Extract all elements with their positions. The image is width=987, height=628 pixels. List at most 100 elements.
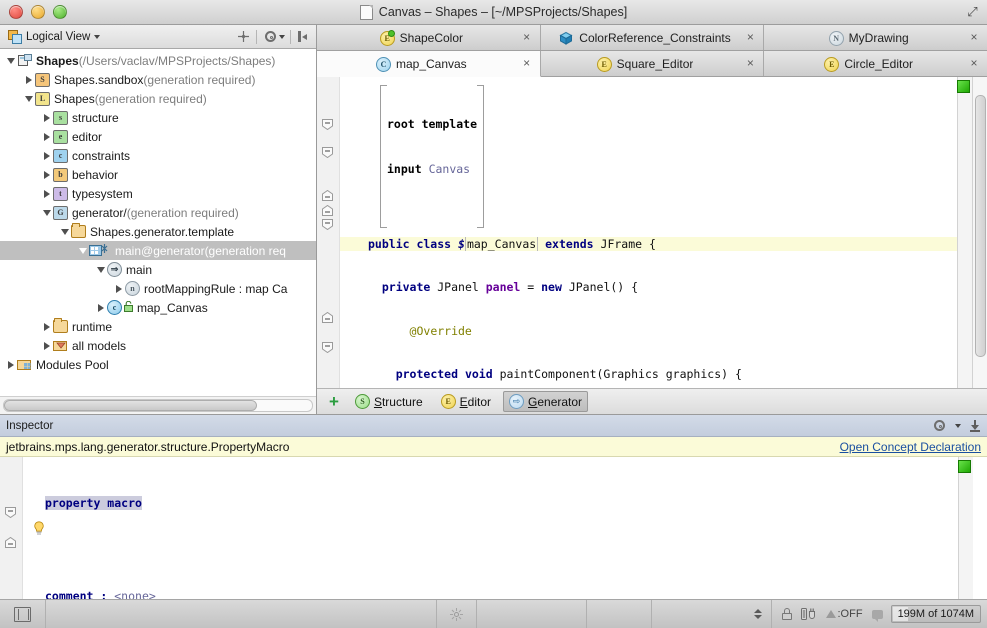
tree-node-main-generator[interactable]: main@generator (generation req [0, 241, 316, 260]
tree-node-generator[interactable]: Ggenerator/ (generation required) [0, 203, 316, 222]
tab-generator[interactable]: ⇨ Generator [503, 391, 588, 412]
inspector-code-content[interactable]: property macro comment : <none> value : … [23, 457, 958, 599]
editor-tab-square-editor[interactable]: ESquare_Editor× [541, 51, 765, 76]
hide-icon[interactable] [969, 420, 981, 432]
tree-node-typesystem[interactable]: ttypesystem [0, 184, 316, 203]
expand-arrow-icon[interactable] [40, 342, 53, 350]
expand-arrow-icon[interactable] [22, 76, 35, 84]
tab-close-icon[interactable]: × [522, 33, 532, 43]
fold-collapse-icon[interactable] [322, 119, 333, 130]
project-tree[interactable]: Shapes (/Users/vaclav/MPSProjects/Shapes… [0, 49, 316, 396]
tree-node-shapes-sandbox[interactable]: SShapes.sandbox (generation required) [0, 70, 316, 89]
inspector-gutter[interactable] [0, 457, 23, 599]
tree-node-map-canvas[interactable]: cmap_Canvas [0, 298, 316, 317]
tab-close-icon[interactable]: × [969, 33, 979, 43]
expand-arrow-icon[interactable] [112, 285, 125, 293]
memory-indicator[interactable]: 199M of 1074M [891, 605, 981, 623]
editor-tab-circle-editor[interactable]: ECircle_Editor× [764, 51, 987, 76]
editor-gutter[interactable] [317, 77, 340, 388]
scroll-from-source-icon[interactable] [235, 29, 251, 45]
code-line[interactable]: @Override [368, 324, 957, 339]
tree-node-behavior[interactable]: bbehavior [0, 165, 316, 184]
tab-close-icon[interactable]: × [745, 33, 755, 43]
error-stripe-marker-bar[interactable] [957, 77, 972, 388]
gear-chevron-icon[interactable] [955, 424, 961, 428]
tree-node-shapes-generator-template[interactable]: Shapes.generator.template [0, 222, 316, 241]
tab-close-icon[interactable]: × [745, 59, 755, 69]
fold-collapse-icon[interactable] [322, 147, 333, 158]
collapse-arrow-icon[interactable] [4, 58, 17, 64]
intention-bulb-icon[interactable] [33, 521, 45, 536]
close-window-button[interactable] [9, 5, 23, 19]
gear-icon[interactable] [931, 418, 947, 434]
tree-node-shapes[interactable]: Shapes (/Users/vaclav/MPSProjects/Shapes… [0, 51, 316, 70]
gear-chevron-icon[interactable] [279, 35, 285, 39]
tree-node-editor[interactable]: eeditor [0, 127, 316, 146]
collapse-arrow-icon[interactable] [58, 229, 71, 235]
comment-line[interactable]: comment : <none> [45, 589, 958, 599]
tree-node-shapes[interactable]: LShapes (generation required) [0, 89, 316, 108]
collapse-arrow-icon[interactable] [40, 210, 53, 216]
tree-horizontal-scrollbar[interactable] [0, 396, 316, 414]
expand-icon[interactable]: ⤢ [965, 4, 980, 19]
collapse-arrow-icon[interactable] [22, 96, 35, 102]
comment-value[interactable]: <none> [114, 589, 156, 599]
lock-icon[interactable] [782, 608, 792, 620]
code-editor[interactable]: root template input Canvas public class … [317, 77, 987, 388]
expand-arrow-icon[interactable] [40, 190, 53, 198]
tree-node-modules-pool[interactable]: Modules Pool [0, 355, 316, 374]
fold-expand-icon[interactable] [322, 190, 333, 201]
tree-node-main[interactable]: ⇒main [0, 260, 316, 279]
inspector-vertical-scrollbar[interactable] [973, 457, 987, 599]
plugin-icon[interactable] [801, 607, 817, 621]
gear-icon[interactable] [262, 29, 278, 45]
collapse-arrow-icon[interactable] [94, 267, 107, 273]
caps-indicator[interactable]: :OFF [826, 608, 863, 620]
editor-vertical-scrollbar[interactable] [972, 77, 987, 388]
fold-collapse-icon[interactable] [5, 507, 16, 518]
expand-arrow-icon[interactable] [94, 304, 107, 312]
expand-arrow-icon[interactable] [40, 171, 53, 179]
expand-arrow-icon[interactable] [4, 361, 17, 369]
tree-node-all-models[interactable]: all models [0, 336, 316, 355]
add-aspect-button[interactable]: + [325, 395, 343, 409]
expand-arrow-icon[interactable] [40, 133, 53, 141]
tree-node-rootmappingrule-map-ca[interactable]: nrootMappingRule : map Ca [0, 279, 316, 298]
toggle-tool-window-button[interactable] [0, 600, 46, 628]
inspector-editor[interactable]: property macro comment : <none> value : … [0, 457, 987, 599]
notifications-icon[interactable] [872, 610, 883, 619]
code-line[interactable]: private JPanel panel = new JPanel() { [368, 280, 957, 295]
code-line[interactable]: public class $map_Canvas extends JFrame … [340, 237, 957, 252]
editor-tab-map-canvas[interactable]: Cmap_Canvas× [317, 51, 541, 77]
tab-structure[interactable]: S Structure [349, 391, 429, 412]
collapse-all-icon[interactable] [296, 29, 312, 45]
code-line[interactable]: protected void paintComponent(Graphics g… [368, 367, 957, 382]
expand-arrow-icon[interactable] [40, 323, 53, 331]
editor-tab-shapecolor[interactable]: EShapeColor× [317, 25, 541, 50]
tab-editor[interactable]: E Editor [435, 391, 497, 412]
expand-arrow-icon[interactable] [40, 152, 53, 160]
editor-tab-colorreference-constraints[interactable]: ColorReference_Constraints× [541, 25, 765, 50]
editor-tab-mydrawing[interactable]: NMyDrawing× [764, 25, 987, 50]
inspector-error-stripe[interactable] [958, 457, 973, 599]
tab-close-icon[interactable]: × [522, 59, 532, 69]
code-content[interactable]: root template input Canvas public class … [340, 77, 957, 388]
expand-arrow-icon[interactable] [40, 114, 53, 122]
scroll-thumb[interactable] [975, 95, 986, 357]
tree-node-constraints[interactable]: cconstraints [0, 146, 316, 165]
maximize-window-button[interactable] [53, 5, 67, 19]
fold-collapse-icon[interactable] [322, 219, 333, 230]
tree-node-runtime[interactable]: runtime [0, 317, 316, 336]
fold-expand-icon[interactable] [322, 205, 333, 216]
tree-node-structure[interactable]: sstructure [0, 108, 316, 127]
logical-view-selector[interactable]: Logical View [4, 29, 104, 44]
updown-icon[interactable] [754, 609, 763, 619]
no-errors-marker[interactable] [958, 460, 971, 473]
tab-close-icon[interactable]: × [969, 59, 979, 69]
no-errors-marker[interactable] [957, 80, 970, 93]
open-concept-declaration-link[interactable]: Open Concept Declaration [840, 440, 981, 454]
fold-expand-icon[interactable] [322, 312, 333, 323]
property-macro-header-line[interactable]: property macro [45, 496, 958, 512]
scroll-track[interactable] [3, 399, 313, 412]
scroll-thumb[interactable] [4, 400, 257, 411]
